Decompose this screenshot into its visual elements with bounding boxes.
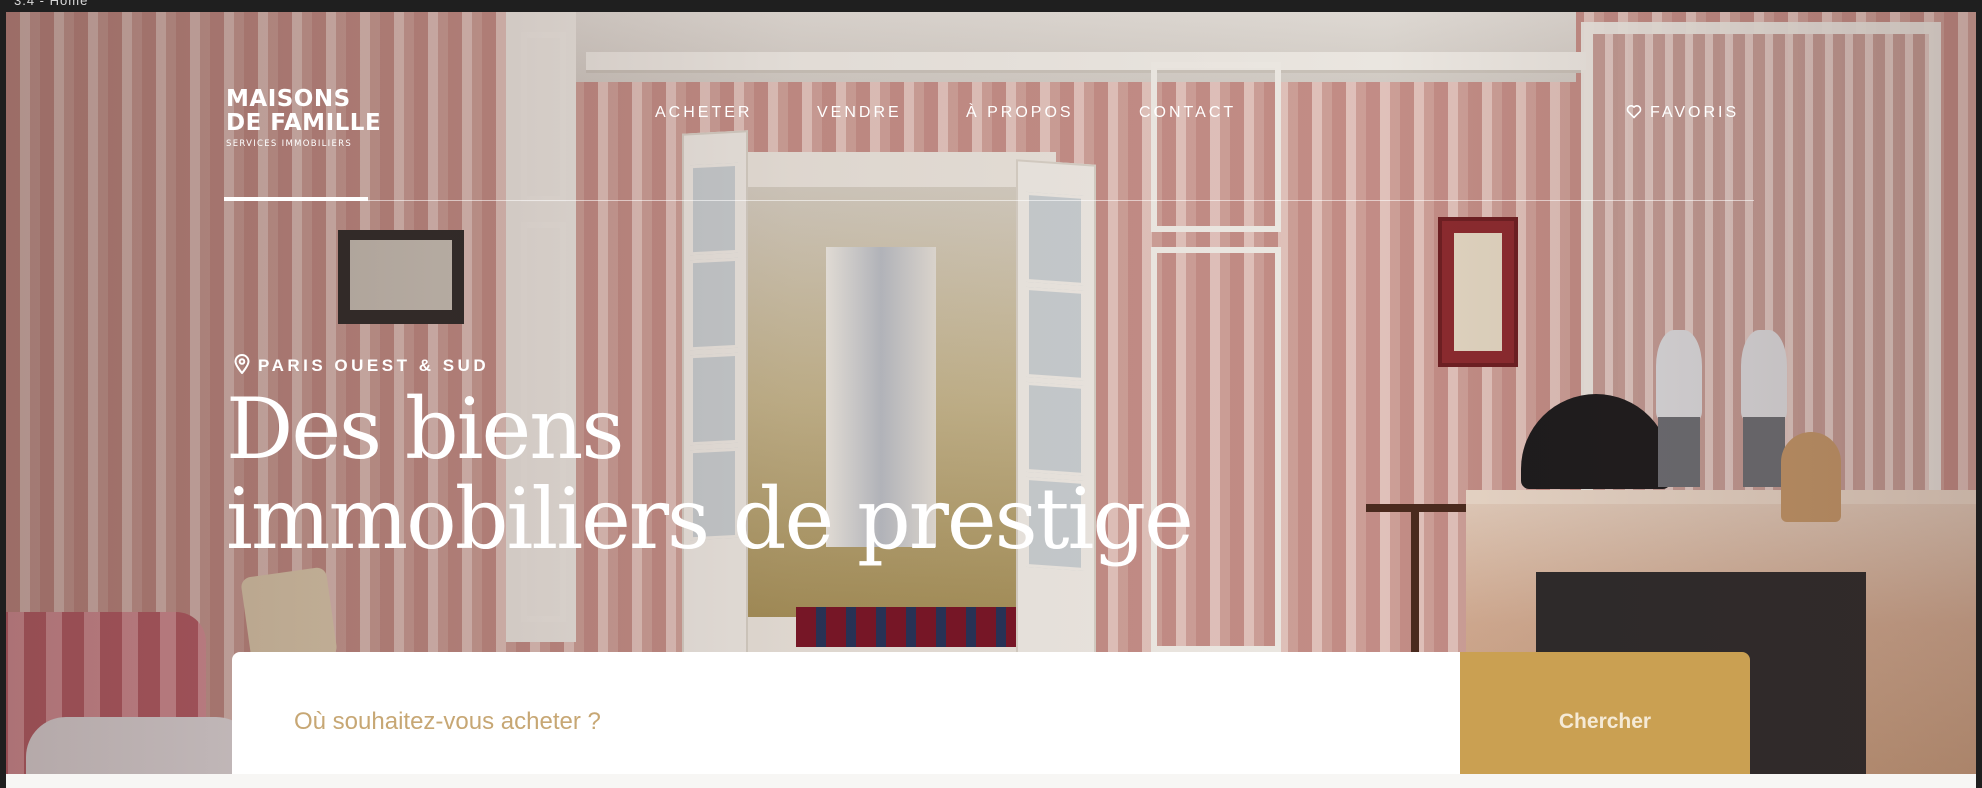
page-viewport: MAISONS DE FAMILLE SERVICES IMMOBILIERS …: [6, 12, 1976, 788]
nav-item-a-propos[interactable]: À PROPOS: [966, 104, 1074, 122]
nav-item-vendre[interactable]: VENDRE: [817, 104, 902, 122]
nav-item-contact[interactable]: CONTACT: [1139, 104, 1236, 122]
header-divider: [224, 200, 1754, 201]
browser-tab-label[interactable]: 3.4 - Home: [14, 0, 88, 8]
search-bar: [232, 652, 1460, 788]
search-input[interactable]: [232, 652, 1460, 788]
browser-top-bar: 3.4 - Home: [0, 0, 1982, 12]
favorites-label: FAVORIS: [1650, 104, 1740, 121]
nav-item-acheter[interactable]: ACHETER: [655, 104, 752, 122]
search-button[interactable]: Chercher: [1460, 652, 1750, 788]
hero-location: PARIS OUEST & SUD: [234, 354, 489, 376]
page-content-start: [6, 774, 1976, 788]
hero-headline: Des biens immobiliers de prestige: [226, 380, 1194, 568]
brand-logo[interactable]: MAISONS DE FAMILLE SERVICES IMMOBILIERS: [226, 87, 381, 149]
brand-tagline: SERVICES IMMOBILIERS: [226, 139, 353, 149]
hero-headline-line2: immobiliers de prestige: [226, 470, 1194, 568]
heart-icon: [1626, 104, 1650, 121]
hero-headline-line1: Des biens: [226, 380, 624, 478]
favorites-link[interactable]: FAVORIS: [1626, 104, 1739, 122]
brand-name-line1: MAISONS: [226, 86, 351, 112]
hero-location-label: PARIS OUEST & SUD: [258, 356, 490, 375]
map-pin-icon: [234, 354, 258, 375]
brand-name-line2: DE FAMILLE: [226, 110, 382, 136]
